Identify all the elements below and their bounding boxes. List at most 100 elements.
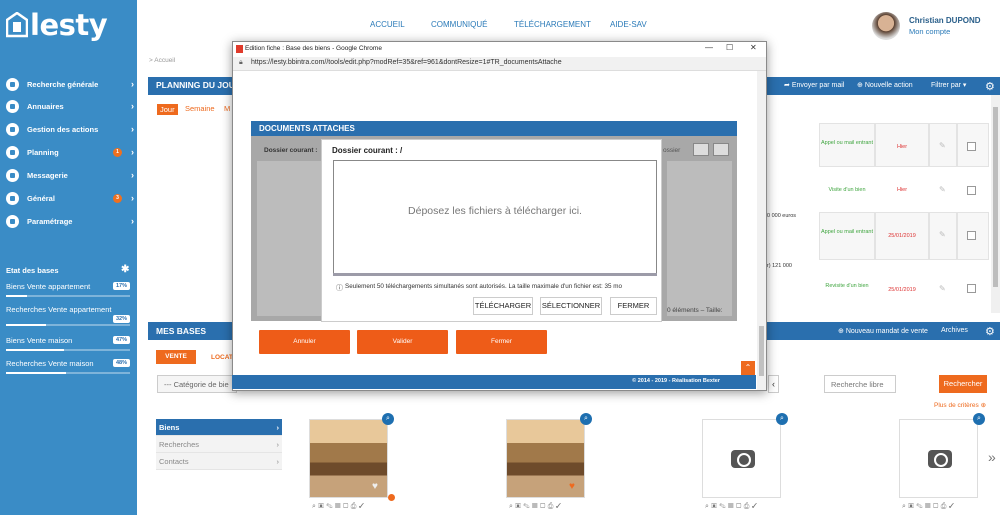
- validate-button[interactable]: Valider: [357, 330, 448, 354]
- sidebar-item-actions[interactable]: Gestion des actions ›: [6, 121, 134, 137]
- avatar[interactable]: [872, 12, 900, 40]
- share-icon: [6, 214, 19, 228]
- nav-telechargement[interactable]: TÉLÉCHARGEMENT: [514, 20, 591, 29]
- base-percent: 17%: [112, 282, 130, 290]
- scroll-top-icon[interactable]: ⌃: [741, 361, 755, 375]
- dropzone[interactable]: [333, 160, 657, 276]
- sidebar-item-annuaires[interactable]: Annuaires ›: [6, 98, 134, 114]
- zoom-icon[interactable]: ⌕: [776, 413, 788, 425]
- select-button[interactable]: SÉLECTIONNER: [540, 297, 602, 315]
- base-stat[interactable]: Recherches Vente appartement 32%: [6, 305, 130, 326]
- list-view-icon[interactable]: [713, 143, 729, 156]
- tab-vente[interactable]: VENTE: [156, 350, 196, 364]
- close-icon[interactable]: ✕: [750, 43, 757, 52]
- menu-contacts[interactable]: Contacts ›: [156, 453, 282, 470]
- base-progress: [6, 372, 130, 374]
- more-criteria-label: Plus de critères: [934, 402, 979, 409]
- pencil-icon[interactable]: ✎: [939, 141, 946, 150]
- gear-icon[interactable]: ⚙: [985, 80, 995, 93]
- dropzone-progress: [333, 273, 657, 276]
- brand-logo[interactable]: lesty: [30, 8, 108, 42]
- chevron-right-icon: ›: [131, 101, 134, 111]
- sidebar-item-parametrage[interactable]: Paramétrage ›: [6, 213, 134, 229]
- nav-aide-sav[interactable]: AIDE-SAV: [610, 20, 647, 29]
- base-stat[interactable]: Recherches Vente maison 48%: [6, 359, 130, 374]
- upload-button[interactable]: TÉLÉCHARGER: [473, 297, 533, 315]
- pencil-icon[interactable]: ✎: [939, 230, 946, 239]
- filter-button[interactable]: Filtrer par ▾: [931, 81, 966, 89]
- tab-semaine[interactable]: Semaine: [185, 104, 215, 113]
- new-action-button[interactable]: ⊕ Nouvelle action: [857, 81, 913, 89]
- property-photo-placeholder[interactable]: [899, 419, 978, 498]
- row-checkbox[interactable]: [967, 142, 976, 151]
- account-link[interactable]: Mon compte: [909, 27, 950, 36]
- search-input[interactable]: Recherche libre: [824, 375, 896, 393]
- settings-icon[interactable]: ✱: [121, 264, 129, 275]
- nav-communique[interactable]: COMMUNIQUÉ: [431, 20, 487, 29]
- send-mail-label: Envoyer par mail: [791, 82, 845, 89]
- sidebar-item-recherche[interactable]: Recherche générale ›: [6, 76, 134, 92]
- new-mandate-button[interactable]: ⊕ Nouveau mandat de vente: [838, 327, 928, 335]
- chevron-right-icon: ›: [131, 170, 134, 180]
- app-favicon-icon: [236, 45, 243, 53]
- close-form-button[interactable]: Fermer: [456, 330, 547, 354]
- gear-icon[interactable]: ⚙: [985, 325, 995, 338]
- row-checkbox[interactable]: [967, 231, 976, 240]
- property-tools[interactable]: ⌕▣✎▤▢⎙✓: [902, 503, 957, 511]
- tab-jour[interactable]: Jour: [157, 104, 178, 115]
- maximize-icon[interactable]: ☐: [726, 43, 733, 52]
- search-button[interactable]: Rechercher: [939, 375, 987, 393]
- cancel-button[interactable]: Annuler: [259, 330, 350, 354]
- pencil-icon[interactable]: ✎: [939, 185, 946, 194]
- search-icon: [6, 77, 19, 91]
- breadcrumb[interactable]: > Accueil: [149, 57, 175, 64]
- more-criteria-link[interactable]: Plus de critères ⊕: [934, 401, 986, 409]
- base-percent: 48%: [112, 359, 130, 367]
- send-mail-button[interactable]: ➦ Envoyer par mail: [784, 81, 844, 89]
- chevron-right-icon: ›: [131, 79, 134, 89]
- close-button[interactable]: FERMER: [610, 297, 657, 315]
- property-tools[interactable]: ⌕▣✎▤▢⎙✓: [312, 503, 367, 511]
- chevron-left-icon[interactable]: ‹: [768, 375, 779, 393]
- sidebar-item-label: Paramétrage: [27, 216, 73, 226]
- dialog-title: Dossier courant : /: [332, 146, 403, 155]
- grid-view-icon[interactable]: [693, 143, 709, 156]
- archives-link[interactable]: Archives: [941, 327, 968, 334]
- sidebar-item-label: Planning: [27, 147, 59, 157]
- row-checkbox[interactable]: [967, 186, 976, 195]
- zoom-icon[interactable]: ⌕: [973, 413, 985, 425]
- sidebar-item-planning[interactable]: Planning 1 ›: [6, 144, 134, 160]
- sidebar-item-general[interactable]: Général 3 ›: [6, 190, 134, 206]
- menu-biens[interactable]: Biens ›: [156, 419, 282, 436]
- action-type: Appel ou mail entrant: [821, 229, 873, 235]
- base-stat[interactable]: Biens Vente appartement 17%: [6, 282, 130, 297]
- heart-icon[interactable]: ♥: [372, 481, 378, 492]
- notification-badge: 1: [113, 147, 122, 157]
- menu-recherches[interactable]: Recherches ›: [156, 436, 282, 453]
- row-checkbox[interactable]: [967, 284, 976, 293]
- base-stat[interactable]: Biens Vente maison 47%: [6, 336, 130, 351]
- next-arrow-icon[interactable]: »: [988, 449, 996, 465]
- filter-label: Filtrer par: [931, 82, 961, 89]
- property-tools[interactable]: ⌕▣✎▤▢⎙✓: [705, 503, 760, 511]
- action-type: Revisite d'un bien: [825, 283, 869, 289]
- tab-mois[interactable]: M: [224, 104, 230, 113]
- pencil-icon[interactable]: ✎: [939, 284, 946, 293]
- planning-scrollbar[interactable]: [991, 95, 1000, 313]
- dossier-label: ossier: [663, 147, 681, 154]
- minimize-icon[interactable]: —: [705, 43, 713, 52]
- sidebar-item-label: Recherche générale: [27, 79, 99, 89]
- property-photo-placeholder[interactable]: [702, 419, 781, 498]
- sidebar-item-label: Messagerie: [27, 170, 68, 180]
- sidebar-item-messagerie[interactable]: Messagerie ›: [6, 167, 134, 183]
- upload-info: Seulement 50 téléchargements simultanés …: [345, 283, 623, 290]
- heart-icon[interactable]: ♥: [569, 481, 575, 492]
- zoom-icon[interactable]: ⌕: [580, 413, 592, 425]
- base-progress: [6, 349, 130, 351]
- category-select[interactable]: --- Catégorie de bie: [157, 375, 237, 393]
- property-tools[interactable]: ⌕▣✎▤▢⎙✓: [509, 503, 564, 511]
- popup-content: DOCUMENTS ATTACHES Dossier courant : oss…: [232, 56, 765, 391]
- nav-accueil[interactable]: ACCUEIL: [370, 20, 405, 29]
- zoom-icon[interactable]: ⌕: [382, 413, 394, 425]
- sidebar-item-label: Gestion des actions: [27, 124, 99, 134]
